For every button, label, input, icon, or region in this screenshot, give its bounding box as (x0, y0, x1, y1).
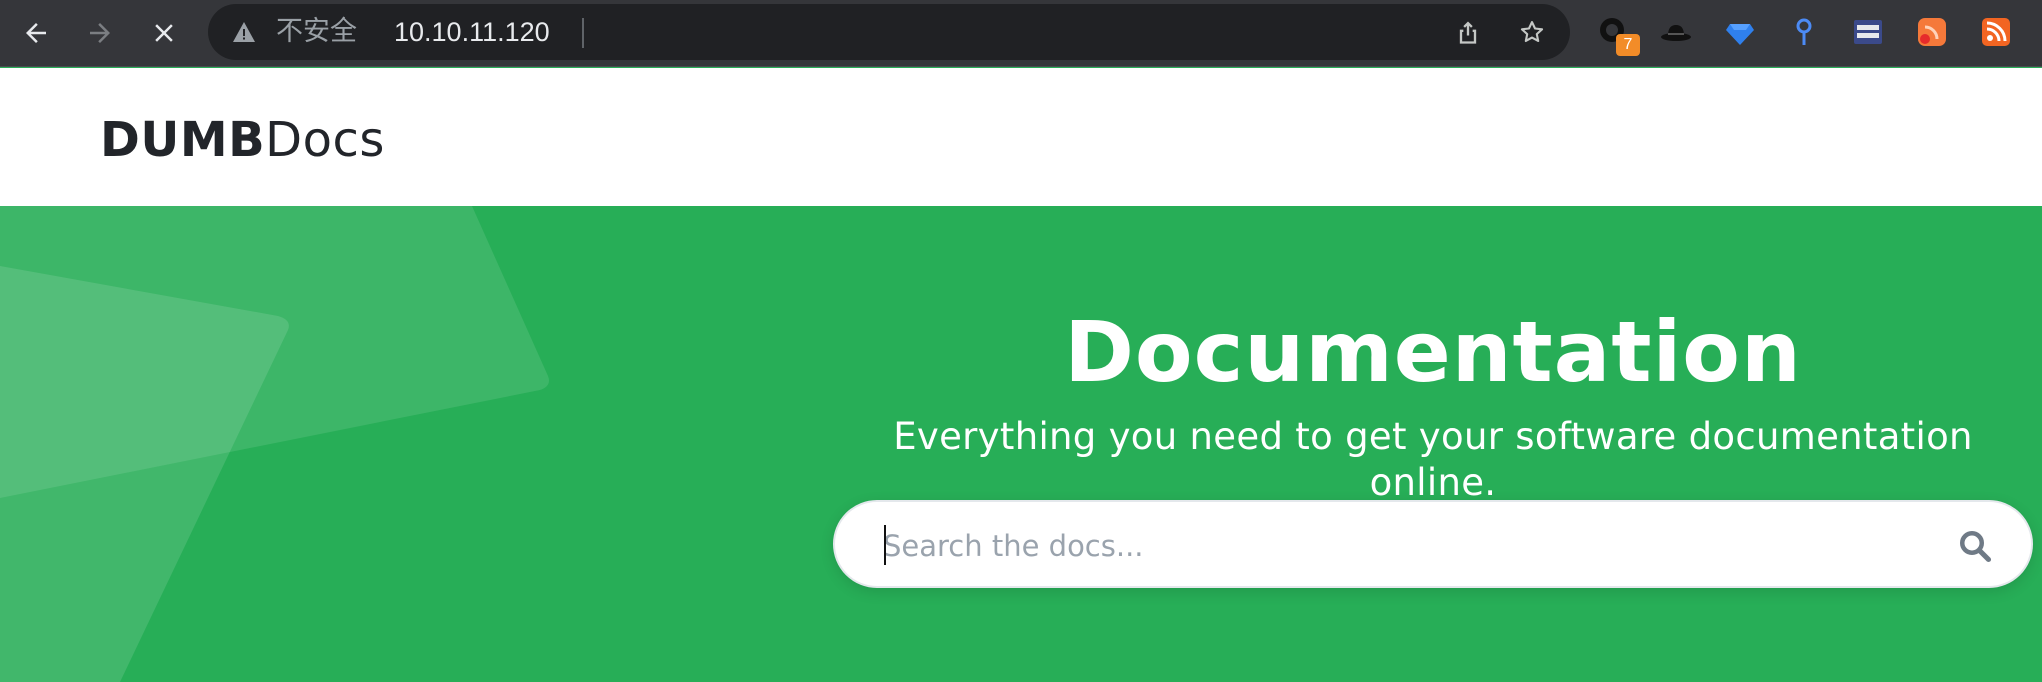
hat-extension-icon[interactable] (1656, 12, 1696, 52)
site-header: DUMBDocs (0, 68, 2042, 206)
diamond-extension-icon[interactable] (1720, 12, 1760, 52)
back-button[interactable] (12, 9, 60, 57)
page-title: Documentation (1064, 303, 1802, 401)
close-icon (155, 24, 173, 42)
page-subtitle: Everything you need to get your software… (893, 415, 1973, 504)
bookmark-button[interactable] (1516, 16, 1548, 48)
warning-icon[interactable] (232, 21, 256, 43)
feed-extension-icon[interactable] (1912, 12, 1952, 52)
address-bar[interactable]: 不安全 10.10.11.120 (208, 4, 1570, 60)
hero-section: Documentation Everything you need to get… (0, 206, 2042, 682)
stop-button[interactable] (140, 9, 188, 57)
arrow-left-icon (26, 23, 46, 43)
panel-extension-icon[interactable] (1848, 12, 1888, 52)
url-text[interactable]: 10.10.11.120 (394, 16, 550, 48)
star-icon (1520, 21, 1544, 43)
text-cursor (884, 525, 886, 565)
pin-extension-icon[interactable] (1784, 12, 1824, 52)
browser-toolbar: 不安全 10.10.11.120 7 (0, 0, 2042, 67)
extension-badge: 7 (1616, 34, 1640, 56)
search-form (833, 500, 2033, 588)
arrow-right-icon (90, 23, 110, 43)
address-separator (582, 18, 584, 48)
logo-bold-text: DUMB (100, 112, 266, 168)
search-icon (1960, 531, 1992, 563)
hero-decoration (0, 206, 549, 682)
rss-extension-icon[interactable] (1976, 12, 2016, 52)
logo-light-text: Docs (265, 112, 385, 168)
share-icon (1459, 21, 1477, 44)
share-button[interactable] (1452, 16, 1484, 48)
search-input[interactable] (883, 520, 1933, 572)
search-button[interactable] (1953, 524, 1997, 568)
security-label[interactable]: 不安全 (276, 16, 357, 48)
ring-extension-icon[interactable]: 7 (1594, 12, 1640, 56)
forward-button[interactable] (76, 9, 124, 57)
site-logo[interactable]: DUMBDocs (100, 112, 385, 168)
